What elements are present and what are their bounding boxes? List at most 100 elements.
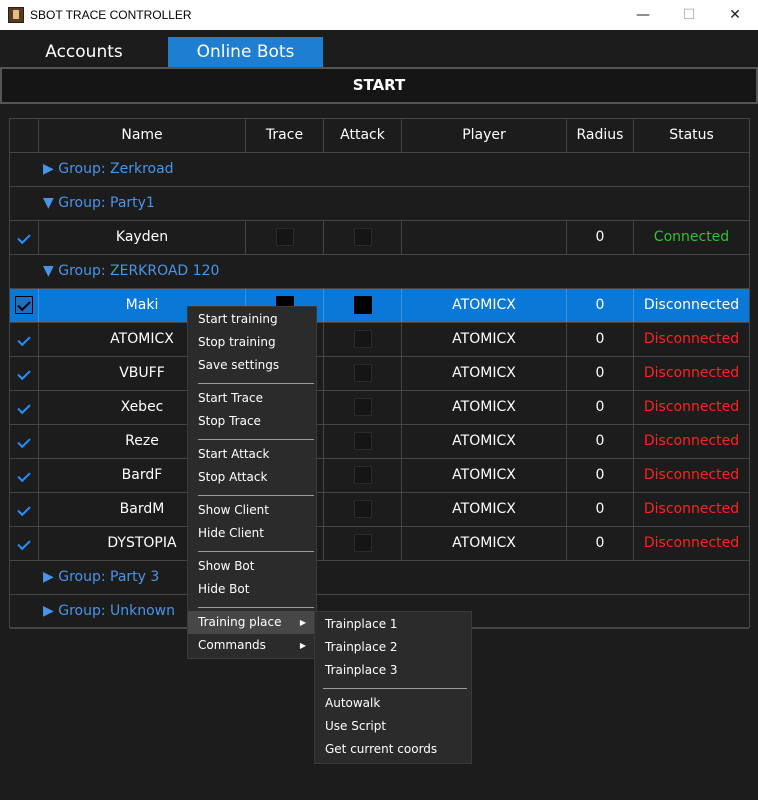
- row-checkbox[interactable]: [10, 527, 39, 560]
- row-player: ATOMICX: [402, 289, 567, 322]
- group-label[interactable]: ▶ Group: Party 3: [43, 561, 159, 594]
- group-label[interactable]: ▶ Group: Unknown: [43, 595, 175, 628]
- row-player: [402, 221, 567, 254]
- menu-item-autowalk[interactable]: Autowalk: [315, 692, 471, 715]
- group-label[interactable]: ▶ Group: Zerkroad: [43, 153, 174, 186]
- header-status[interactable]: Status: [634, 119, 749, 152]
- close-button[interactable]: ✕: [712, 0, 758, 30]
- maximize-button[interactable]: ☐: [666, 0, 712, 30]
- menu-item-hide-bot[interactable]: Hide Bot: [188, 578, 316, 601]
- tab-online-bots[interactable]: Online Bots: [168, 37, 323, 68]
- table-row[interactable]: VBUFF ATOMICX 0 Disconnected: [10, 357, 749, 391]
- menu-item-hide-client[interactable]: Hide Client: [188, 522, 316, 545]
- menu-item-use-script[interactable]: Use Script: [315, 715, 471, 738]
- menu-item-training-place[interactable]: Training place ▶: [188, 611, 316, 634]
- attack-checkbox-cell: [324, 459, 402, 492]
- header-attack[interactable]: Attack: [324, 119, 402, 152]
- row-checkbox[interactable]: [10, 459, 39, 492]
- attack-checkbox[interactable]: [353, 466, 372, 484]
- menu-item-label: Training place: [198, 615, 282, 629]
- row-player: ATOMICX: [402, 459, 567, 492]
- table-row[interactable]: BardF ATOMICX 0 Disconnected: [10, 459, 749, 493]
- row-player: ATOMICX: [402, 527, 567, 560]
- attack-checkbox[interactable]: [353, 296, 372, 314]
- menu-item-stop-training[interactable]: Stop training: [188, 331, 316, 354]
- row-checkbox[interactable]: [10, 221, 39, 254]
- group-row-party3[interactable]: ▶ Group: Party 3: [10, 561, 749, 595]
- menu-item-show-bot[interactable]: Show Bot: [188, 555, 316, 578]
- row-player: ATOMICX: [402, 391, 567, 424]
- row-checkbox[interactable]: [10, 323, 39, 356]
- check-icon: [17, 468, 31, 483]
- attack-checkbox-cell: [324, 425, 402, 458]
- attack-checkbox[interactable]: [353, 432, 372, 450]
- row-radius: 0: [567, 527, 634, 560]
- row-checkbox[interactable]: [10, 357, 39, 390]
- menu-item-start-trace[interactable]: Start Trace: [188, 387, 316, 410]
- table-row[interactable]: Maki ATOMICX 0 Disconnected: [10, 289, 749, 323]
- attack-checkbox[interactable]: [353, 330, 372, 348]
- attack-checkbox-cell: [324, 391, 402, 424]
- group-label[interactable]: ▼ Group: Party1: [43, 187, 155, 220]
- row-status: Disconnected: [643, 433, 740, 449]
- row-checkbox[interactable]: [10, 391, 39, 424]
- submenu-arrow-icon: ▶: [299, 618, 306, 627]
- menu-item-get-current-coords[interactable]: Get current coords: [315, 738, 471, 761]
- start-button[interactable]: START: [0, 67, 758, 104]
- header-player[interactable]: Player: [402, 119, 567, 152]
- table-row[interactable]: Kayden 0 Connected: [10, 221, 749, 255]
- table-row[interactable]: Reze ATOMICX 0 Disconnected: [10, 425, 749, 459]
- row-radius: 0: [567, 221, 634, 254]
- attack-checkbox[interactable]: [353, 398, 372, 416]
- attack-checkbox[interactable]: [353, 500, 372, 518]
- row-status: Connected: [653, 229, 730, 245]
- attack-checkbox-cell: [324, 323, 402, 356]
- menu-item-stop-attack[interactable]: Stop Attack: [188, 466, 316, 489]
- attack-checkbox[interactable]: [353, 534, 372, 552]
- app-icon: [8, 7, 24, 23]
- menu-item-commands[interactable]: Commands ▶: [188, 634, 316, 657]
- row-radius: 0: [567, 357, 634, 390]
- menu-item-trainplace-2[interactable]: Trainplace 2: [315, 636, 471, 659]
- row-status: Disconnected: [643, 535, 740, 551]
- row-status: Disconnected: [643, 399, 740, 415]
- attack-checkbox[interactable]: [353, 228, 372, 246]
- group-row-party1[interactable]: ▼ Group: Party1: [10, 187, 749, 221]
- row-status: Disconnected: [643, 297, 740, 313]
- check-icon: [17, 332, 31, 347]
- row-player: ATOMICX: [402, 425, 567, 458]
- row-status: Disconnected: [643, 331, 740, 347]
- menu-item-trainplace-3[interactable]: Trainplace 3: [315, 659, 471, 682]
- row-checkbox[interactable]: [10, 289, 39, 322]
- header-trace[interactable]: Trace: [246, 119, 324, 152]
- row-radius: 0: [567, 323, 634, 356]
- table-row[interactable]: Xebec ATOMICX 0 Disconnected: [10, 391, 749, 425]
- group-row-zerkroad-120[interactable]: ▼ Group: ZERKROAD 120: [10, 255, 749, 289]
- menu-item-start-attack[interactable]: Start Attack: [188, 443, 316, 466]
- menu-separator: [323, 688, 467, 689]
- trace-checkbox-cell: [246, 221, 324, 254]
- row-name: Kayden: [39, 221, 246, 254]
- row-player: ATOMICX: [402, 357, 567, 390]
- tab-accounts[interactable]: Accounts: [0, 37, 168, 68]
- row-checkbox[interactable]: [10, 425, 39, 458]
- row-checkbox[interactable]: [10, 493, 39, 526]
- training-place-submenu: Trainplace 1 Trainplace 2 Trainplace 3 A…: [314, 611, 472, 764]
- menu-separator: [198, 607, 314, 608]
- group-label[interactable]: ▼ Group: ZERKROAD 120: [43, 255, 219, 288]
- header-name[interactable]: Name: [39, 119, 246, 152]
- table-row[interactable]: DYSTOPIA ATOMICX 0 Disconnected: [10, 527, 749, 561]
- menu-item-start-training[interactable]: Start training: [188, 308, 316, 331]
- menu-item-trainplace-1[interactable]: Trainplace 1: [315, 613, 471, 636]
- minimize-button[interactable]: —: [620, 0, 666, 30]
- menu-item-stop-trace[interactable]: Stop Trace: [188, 410, 316, 433]
- header-radius[interactable]: Radius: [567, 119, 634, 152]
- trace-checkbox[interactable]: [275, 228, 294, 246]
- group-row-zerkroad[interactable]: ▶ Group: Zerkroad: [10, 153, 749, 187]
- attack-checkbox[interactable]: [353, 364, 372, 382]
- row-player: ATOMICX: [402, 323, 567, 356]
- table-row[interactable]: ATOMICX ATOMICX 0 Disconnected: [10, 323, 749, 357]
- menu-item-show-client[interactable]: Show Client: [188, 499, 316, 522]
- table-row[interactable]: BardM ATOMICX 0 Disconnected: [10, 493, 749, 527]
- menu-item-save-settings[interactable]: Save settings: [188, 354, 316, 377]
